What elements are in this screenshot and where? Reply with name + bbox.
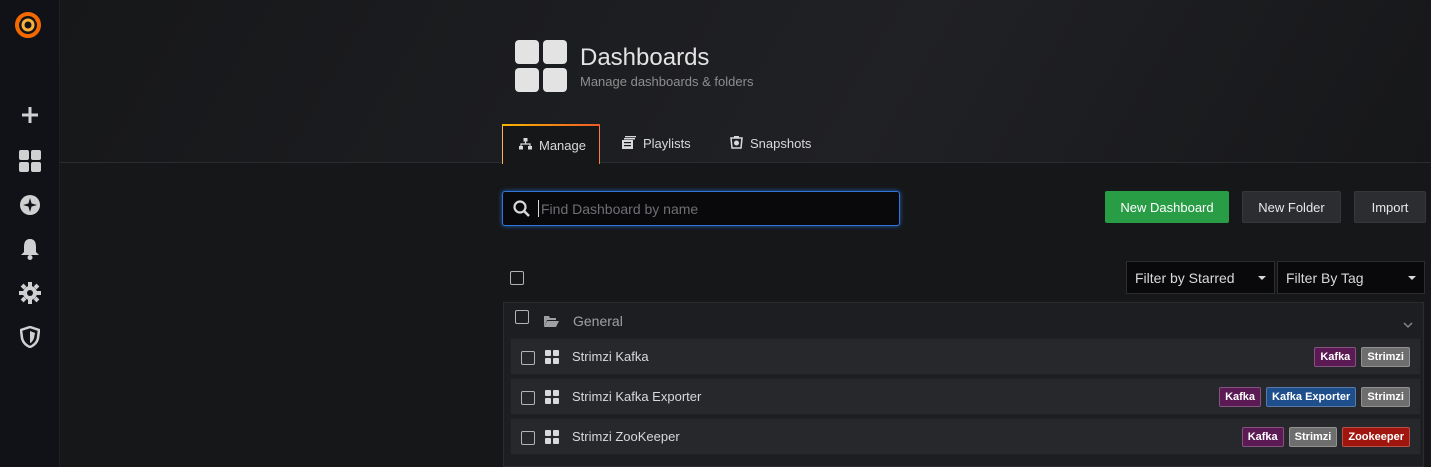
dashboard-icon xyxy=(545,350,559,369)
sitemap-icon xyxy=(519,137,532,153)
tag-badge[interactable]: Kafka xyxy=(1241,426,1284,447)
page-subtitle: Manage dashboards & folders xyxy=(580,74,754,89)
page-header: Dashboards Manage dashboards & folders M… xyxy=(60,0,1431,164)
tab-label: Playlists xyxy=(643,136,691,151)
dashboard-row[interactable]: Strimzi Kafka Kafka Strimzi xyxy=(510,338,1421,375)
new-dashboard-button[interactable]: New Dashboard xyxy=(1105,191,1229,223)
dashboard-row[interactable]: Strimzi Kafka Exporter Kafka Kafka Expor… xyxy=(510,378,1421,415)
folder-name: General xyxy=(573,313,623,329)
tab-snapshots[interactable]: Snapshots xyxy=(714,124,827,163)
tab-label: Snapshots xyxy=(750,136,812,151)
dashboard-icon xyxy=(545,430,559,449)
tag-badge[interactable]: Strimzi xyxy=(1361,346,1410,367)
filter-starred-label: Filter by Starred xyxy=(1135,269,1235,286)
search-box[interactable] xyxy=(502,191,900,226)
chevron-down-icon xyxy=(1408,276,1416,280)
tag-badge[interactable]: Strimzi xyxy=(1288,426,1338,447)
filter-tag-label: Filter By Tag xyxy=(1286,269,1364,286)
tag-list: Kafka Kafka Exporter Strimzi xyxy=(1219,386,1410,407)
shield-icon[interactable] xyxy=(18,325,42,349)
folder-checkbox[interactable] xyxy=(515,310,529,324)
search-input[interactable] xyxy=(541,193,881,224)
page-title: Dashboards xyxy=(580,44,710,71)
tab-label: Manage xyxy=(539,137,586,153)
tag-badge[interactable]: Kafka xyxy=(1219,386,1262,407)
folder-open-icon xyxy=(544,314,559,332)
dashboards-icon[interactable] xyxy=(18,149,42,173)
side-menu xyxy=(0,0,60,467)
dashboard-title[interactable]: Strimzi ZooKeeper xyxy=(572,429,680,444)
folder-section-general: General Strimzi Kafka Kafka Strimzi Stri… xyxy=(503,302,1424,467)
tag-list: Kafka Strimzi Zookeeper xyxy=(1241,426,1410,447)
tag-badge[interactable]: Strimzi xyxy=(1361,386,1410,407)
row-checkbox[interactable] xyxy=(521,391,535,405)
select-all-checkbox[interactable] xyxy=(510,271,524,285)
tab-playlists[interactable]: Playlists xyxy=(606,124,707,163)
new-folder-button[interactable]: New Folder xyxy=(1242,191,1341,223)
filter-by-tag-select[interactable]: Filter By Tag xyxy=(1277,261,1425,294)
import-button[interactable]: Import xyxy=(1354,191,1426,223)
playlist-icon xyxy=(622,135,636,152)
explore-icon[interactable] xyxy=(18,193,42,217)
tag-badge[interactable]: Kafka xyxy=(1314,346,1357,367)
plus-icon[interactable] xyxy=(18,103,42,127)
dashboard-row[interactable]: Strimzi ZooKeeper Kafka Strimzi Zookeepe… xyxy=(510,418,1421,455)
bell-icon[interactable] xyxy=(18,237,42,261)
gear-icon[interactable] xyxy=(18,281,42,305)
row-checkbox[interactable] xyxy=(521,351,535,365)
grafana-logo-icon[interactable] xyxy=(13,10,43,40)
chevron-down-icon[interactable] xyxy=(1403,316,1413,334)
dashboards-header-icon xyxy=(515,40,567,92)
row-checkbox[interactable] xyxy=(521,431,535,445)
chevron-down-icon xyxy=(1258,276,1266,280)
snapshot-icon xyxy=(730,135,743,152)
filter-by-starred-select[interactable]: Filter by Starred xyxy=(1126,261,1275,294)
dashboard-title[interactable]: Strimzi Kafka Exporter xyxy=(572,389,701,404)
search-icon xyxy=(513,200,530,217)
tag-badge[interactable]: Zookeeper xyxy=(1342,426,1410,447)
tag-list: Kafka Strimzi xyxy=(1314,346,1410,367)
text-cursor xyxy=(538,200,539,217)
tag-badge[interactable]: Kafka Exporter xyxy=(1266,386,1357,407)
dashboard-icon xyxy=(545,390,559,409)
tab-manage[interactable]: Manage xyxy=(502,124,600,164)
dashboard-title[interactable]: Strimzi Kafka xyxy=(572,349,649,364)
folder-header[interactable]: General xyxy=(504,303,1423,338)
